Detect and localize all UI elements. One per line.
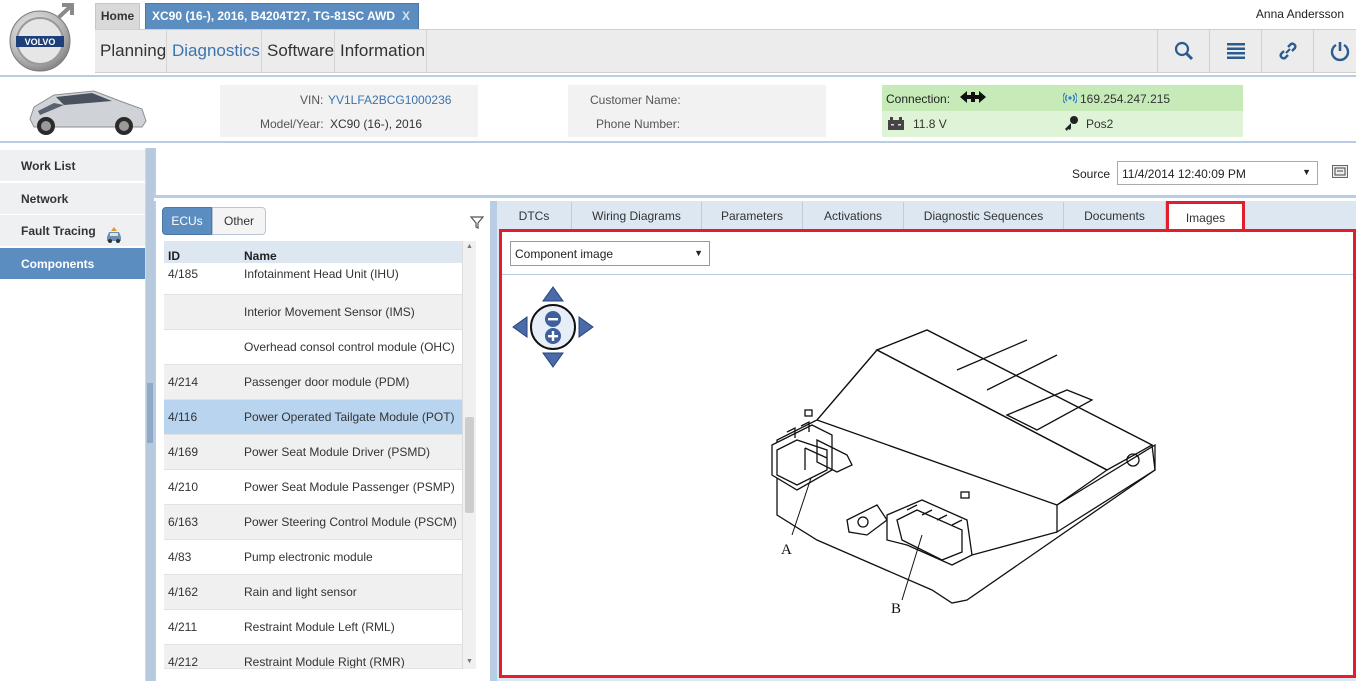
- image-type-select[interactable]: Component image ▼: [510, 241, 710, 266]
- vehicle-info-bar: VIN: YV1LFA2BCG1000236 Model/Year: XC90 …: [0, 75, 1356, 143]
- battery-icon: [888, 117, 904, 133]
- table-row[interactable]: 4/185 Infotainment Head Unit (IHU): [164, 263, 470, 295]
- scroll-up-icon[interactable]: ▲: [466, 243, 473, 250]
- source-bar: Source 11/4/2014 12:40:09 PM ▼: [154, 148, 1356, 198]
- ip-address: 169.254.247.215: [1080, 92, 1171, 106]
- filter-icon[interactable]: [469, 215, 485, 232]
- vin-label: VIN:: [300, 93, 324, 107]
- chevron-down-icon: ▼: [694, 248, 703, 258]
- top-bar: VOLVO Home XC90 (16-), 2016, B4204T27, T…: [0, 0, 1356, 75]
- vehicle-image: [24, 81, 150, 141]
- image-viewer: Component image ▼ A B: [499, 229, 1356, 678]
- ecu-scrollbar[interactable]: ▲ ▼: [462, 241, 476, 669]
- nav-work-list[interactable]: Work List: [0, 150, 145, 182]
- connect-button[interactable]: [1261, 30, 1313, 72]
- power-icon: [1330, 42, 1349, 62]
- column-id[interactable]: ID: [168, 249, 180, 263]
- table-row-selected[interactable]: 4/116 Power Operated Tailgate Module (POT…: [164, 400, 470, 435]
- home-tab[interactable]: Home: [95, 3, 140, 29]
- menu-diagnostics[interactable]: Diagnostics: [167, 30, 262, 72]
- power-button[interactable]: [1313, 30, 1356, 72]
- nav-components[interactable]: Components: [0, 248, 145, 280]
- table-row[interactable]: 4/162 Rain and light sensor: [164, 575, 470, 610]
- list-icon: [1226, 43, 1245, 59]
- list-button[interactable]: [1209, 30, 1261, 72]
- user-name: Anna Andersson: [1255, 7, 1344, 21]
- chevron-down-icon: ▼: [1302, 167, 1311, 177]
- table-row[interactable]: 4/169 Power Seat Module Driver (PSMD): [164, 435, 470, 470]
- status-row: 11.8 V Pos2: [882, 111, 1243, 137]
- tab-images[interactable]: Images: [1166, 201, 1245, 231]
- customer-name-label: Customer Name:: [590, 93, 681, 107]
- left-navigation: Work List Network Fault Tracing Componen…: [0, 148, 146, 681]
- vehicle-tab-label: XC90 (16-), 2016, B4204T27, TG-81SC AWD: [152, 9, 395, 23]
- phone-number-label: Phone Number:: [596, 117, 681, 131]
- nav-network[interactable]: Network: [0, 183, 145, 215]
- menu-information[interactable]: Information: [335, 30, 427, 72]
- source-value: 11/4/2014 12:40:09 PM: [1122, 167, 1246, 181]
- search-button[interactable]: [1157, 30, 1209, 72]
- wireless-icon: [1062, 92, 1078, 107]
- component-detail-panel: DTCs Wiring Diagrams Parameters Activati…: [497, 201, 1356, 681]
- menu-software[interactable]: Software: [262, 30, 335, 72]
- nav-splitter[interactable]: [146, 148, 154, 681]
- tab-dtcs[interactable]: DTCs: [497, 202, 572, 231]
- nav-fault-tracing-label: Fault Tracing: [21, 224, 96, 238]
- table-row[interactable]: 4/83 Pump electronic module: [164, 540, 470, 575]
- table-row[interactable]: 4/211 Restraint Module Left (RML): [164, 610, 470, 645]
- source-select[interactable]: 11/4/2014 12:40:09 PM ▼: [1117, 161, 1318, 185]
- key-position: Pos2: [1086, 117, 1114, 131]
- image-type-value: Component image: [515, 247, 614, 261]
- segment-other[interactable]: Other: [212, 207, 266, 235]
- model-year-label: Model/Year:: [260, 117, 324, 131]
- callout-b: B: [891, 601, 902, 617]
- component-drawing: A B: [757, 320, 1177, 640]
- nav-fault-tracing[interactable]: Fault Tracing: [0, 215, 145, 247]
- connection-box: Connection: 169.254.247.215 11.8 V Pos2: [882, 85, 1243, 137]
- table-row[interactable]: 4/210 Power Seat Module Passenger (PSMP): [164, 470, 470, 505]
- main-menu: Planning Diagnostics Software Informatio…: [95, 29, 1356, 73]
- tab-parameters[interactable]: Parameters: [702, 202, 803, 231]
- scroll-down-icon[interactable]: ▼: [466, 658, 473, 665]
- table-row[interactable]: 4/212 Restraint Module Right (RMR): [164, 645, 470, 669]
- ignition-key-icon: [1063, 115, 1079, 134]
- segment-ecus[interactable]: ECUs: [162, 207, 212, 235]
- tab-wiring-diagrams[interactable]: Wiring Diagrams: [572, 202, 702, 231]
- link-icon: [1279, 42, 1296, 60]
- volvo-logo[interactable]: VOLVO: [6, 0, 76, 73]
- vin-value[interactable]: YV1LFA2BCG1000236: [328, 93, 451, 107]
- menu-planning[interactable]: Planning: [95, 30, 167, 72]
- vin-box: VIN: YV1LFA2BCG1000236 Model/Year: XC90 …: [220, 85, 478, 137]
- source-label: Source: [1072, 167, 1111, 181]
- connection-label: Connection:: [886, 92, 951, 106]
- ecu-list-panel: ECUs Other ID Name 4/185 Infotainment Hea…: [154, 201, 494, 681]
- tab-documents[interactable]: Documents: [1064, 202, 1166, 231]
- svg-text:VOLVO: VOLVO: [25, 37, 56, 47]
- table-row[interactable]: 6/163 Power Steering Control Module (PSCM…: [164, 505, 470, 540]
- customer-box: Customer Name: Phone Number:: [568, 85, 826, 137]
- tab-diagnostic-sequences[interactable]: Diagnostic Sequences: [904, 202, 1064, 231]
- detail-tabs: DTCs Wiring Diagrams Parameters Activati…: [497, 201, 1356, 231]
- column-name[interactable]: Name: [244, 249, 277, 263]
- search-icon: [1174, 41, 1193, 61]
- pan-zoom-control[interactable]: [511, 285, 595, 369]
- connection-icon: [960, 90, 986, 107]
- model-year-value: XC90 (16-), 2016: [330, 117, 423, 131]
- vehicle-session-tab[interactable]: XC90 (16-), 2016, B4204T27, TG-81SC AWD …: [145, 3, 419, 29]
- export-icon: [1334, 167, 1346, 176]
- table-row[interactable]: Interior Movement Sensor (IMS): [164, 295, 470, 330]
- tab-activations[interactable]: Activations: [803, 202, 904, 231]
- table-row[interactable]: 4/214 Passenger door module (PDM): [164, 365, 470, 400]
- battery-voltage: 11.8 V: [913, 117, 947, 131]
- close-tab-button[interactable]: X: [402, 4, 410, 28]
- scroll-thumb[interactable]: [465, 417, 474, 513]
- callout-a: A: [781, 542, 792, 558]
- export-button[interactable]: [1332, 165, 1348, 178]
- table-row[interactable]: Overhead consol control module (OHC): [164, 330, 470, 365]
- main-area: Source 11/4/2014 12:40:09 PM ▼ ECUs Othe…: [154, 148, 1356, 681]
